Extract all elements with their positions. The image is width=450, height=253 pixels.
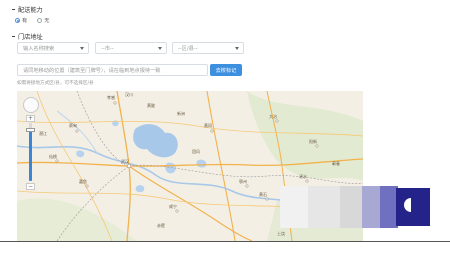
map-city-label: 赤壁 xyxy=(157,223,165,228)
blurred-block xyxy=(396,188,430,226)
city-select[interactable]: --市-- xyxy=(95,42,167,54)
map-city-label: 鄂州 xyxy=(239,179,247,184)
blurred-block xyxy=(308,186,342,228)
map-city-label: 新洲 xyxy=(177,111,185,116)
map-city-label: 黄冈 xyxy=(204,123,212,128)
map-zoom-control: + − xyxy=(23,97,39,192)
search-select[interactable]: 输入名称搜索 xyxy=(17,42,89,54)
address-detail-placeholder: 请同地移动的位置（建筑至门牌号），请在临到地点报待一致 xyxy=(23,67,161,74)
delivery-title-text: 配送能力 xyxy=(18,7,43,14)
section-marker xyxy=(12,36,15,37)
delivery-radio-yes[interactable] xyxy=(15,18,20,23)
chevron-down-icon xyxy=(80,46,84,50)
district-select-text: --区/县-- xyxy=(178,45,198,52)
map-city-label: 阳新 xyxy=(309,139,317,144)
zoom-slider-thumb[interactable] xyxy=(26,128,35,132)
blurred-block xyxy=(362,186,382,228)
map-city-label: 黄陂 xyxy=(147,103,155,108)
map-city-label: 潜江 xyxy=(39,131,47,136)
map-city-label: 黄石 xyxy=(259,192,267,197)
section-marker xyxy=(12,9,15,10)
map-city-label: 武汉 xyxy=(121,159,129,164)
zoom-out-button[interactable]: − xyxy=(26,183,35,190)
delivery-section-title: 配送能力 xyxy=(12,5,43,14)
address-section-title: 门店地址 xyxy=(12,32,43,41)
map-city-label: 蕲春 xyxy=(332,161,340,166)
locate-button[interactable]: 去校标记 xyxy=(210,64,242,76)
map-city-label: 上饶 xyxy=(277,231,285,236)
delivery-radio-group: 有 无 xyxy=(15,17,59,24)
chevron-down-icon xyxy=(235,46,239,50)
map-city-label: 嘉鱼 xyxy=(79,179,87,184)
map-city-label: 浠水 xyxy=(299,174,307,179)
city-select-text: --市-- xyxy=(101,45,114,52)
address-detail-input[interactable]: 请同地移动的位置（建筑至门牌号），请在临到地点报待一致 xyxy=(17,64,208,76)
delivery-radio-yes-label: 有 xyxy=(22,18,28,24)
district-select[interactable]: --区/县-- xyxy=(172,42,244,54)
map-city-label: 团风 xyxy=(192,149,200,154)
address-hint: 如需将接地方式区/县，可不选择区/县 xyxy=(17,81,94,86)
zoom-in-button[interactable]: + xyxy=(26,115,35,122)
zoom-slider-track[interactable] xyxy=(29,131,32,181)
map-city-label: 汉川 xyxy=(125,92,133,97)
delivery-radio-no-label: 无 xyxy=(44,18,50,24)
map-city-label: 仙桃 xyxy=(49,154,57,159)
map-pan-control[interactable] xyxy=(23,97,39,113)
map-city-label: 大冶 xyxy=(269,114,277,119)
chevron-down-icon xyxy=(158,46,162,50)
map-city-label: 咸宁 xyxy=(169,204,177,209)
map-city-label: 孝感 xyxy=(107,95,115,100)
address-title-text: 门店地址 xyxy=(18,34,43,41)
search-select-text: 输入名称搜索 xyxy=(23,45,55,52)
blurred-block xyxy=(280,186,310,228)
bottom-divider xyxy=(0,241,450,242)
map-city-label: 蔡甸 xyxy=(69,123,77,128)
delivery-radio-no[interactable] xyxy=(37,18,43,23)
